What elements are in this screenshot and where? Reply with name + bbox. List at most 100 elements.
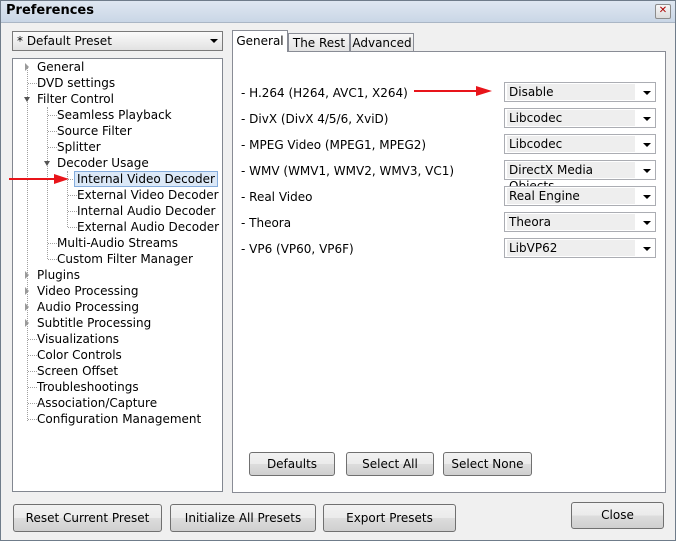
collapse-arrow-icon[interactable] bbox=[44, 161, 50, 166]
tree-connector bbox=[27, 67, 28, 421]
preferences-window: Preferences ✕ * Default Preset General D… bbox=[0, 0, 676, 541]
tree-item-label: Configuration Management bbox=[37, 412, 202, 426]
initialize-all-presets-button[interactable]: Initialize All Presets bbox=[170, 504, 316, 532]
select-value: DirectX Media Objects bbox=[507, 162, 635, 193]
tree-item-label: Filter Control bbox=[37, 92, 114, 106]
codec-label-wmv: - WMV (WMV1, WMV2, WMV3, VC1) bbox=[241, 164, 455, 178]
settings-tree: General DVD settings Filter Control Seam… bbox=[12, 58, 223, 492]
tree-item-visualizations[interactable]: Visualizations bbox=[35, 331, 121, 347]
tree-item-filter-control[interactable]: Filter Control bbox=[35, 91, 116, 107]
select-all-button[interactable]: Select All bbox=[346, 452, 434, 476]
tree-item-configuration-management[interactable]: Configuration Management bbox=[35, 411, 203, 427]
tree-item-label: Multi-Audio Streams bbox=[57, 236, 178, 250]
tree-item-label: Subtitle Processing bbox=[37, 316, 152, 330]
tree-item-decoder-usage[interactable]: Decoder Usage bbox=[55, 155, 151, 171]
annotation-arrow-icon bbox=[9, 174, 69, 184]
chevron-down-icon bbox=[643, 247, 651, 251]
collapse-arrow-icon[interactable] bbox=[24, 97, 30, 102]
chevron-down-icon bbox=[643, 169, 651, 173]
tree-item-label: Seamless Playback bbox=[57, 108, 172, 122]
chevron-down-icon bbox=[643, 91, 651, 95]
tree-item-label: Screen Offset bbox=[37, 364, 119, 378]
tree-item-source-filter[interactable]: Source Filter bbox=[55, 123, 134, 139]
tree-item-splitter[interactable]: Splitter bbox=[55, 139, 103, 155]
select-value: Libcodec bbox=[507, 110, 635, 126]
defaults-button[interactable]: Defaults bbox=[249, 452, 335, 476]
annotation-arrow-icon bbox=[414, 86, 492, 96]
tree-item-subtitle-processing[interactable]: Subtitle Processing bbox=[35, 315, 153, 331]
divx-decoder-select[interactable]: Libcodec bbox=[504, 108, 656, 128]
title-bar: Preferences ✕ bbox=[1, 1, 675, 23]
export-presets-button[interactable]: Export Presets bbox=[323, 504, 456, 532]
tree-item-external-video-decoder[interactable]: External Video Decoder bbox=[75, 187, 221, 203]
tree-item-seamless-playback[interactable]: Seamless Playback bbox=[55, 107, 174, 123]
tree-item-external-audio-decoder[interactable]: External Audio Decoder bbox=[75, 219, 221, 235]
select-none-button[interactable]: Select None bbox=[443, 452, 532, 476]
tree-item-multi-audio-streams[interactable]: Multi-Audio Streams bbox=[55, 235, 180, 251]
tree-item-label: External Audio Decoder bbox=[77, 220, 220, 234]
codec-label-mpeg: - MPEG Video (MPEG1, MPEG2) bbox=[241, 138, 427, 152]
tree-item-audio-processing[interactable]: Audio Processing bbox=[35, 299, 141, 315]
tab-advanced[interactable]: Advanced bbox=[350, 33, 414, 51]
chevron-down-icon bbox=[643, 143, 651, 147]
select-value: LibVP62 bbox=[507, 240, 635, 256]
tree-item-label: Decoder Usage bbox=[57, 156, 149, 170]
wmv-decoder-select[interactable]: DirectX Media Objects bbox=[504, 160, 656, 193]
tree-item-label: Source Filter bbox=[57, 124, 132, 138]
select-value: Disable bbox=[507, 84, 635, 100]
expand-arrow-icon[interactable] bbox=[25, 303, 29, 311]
tree-item-label: Video Processing bbox=[37, 284, 139, 298]
tree-item-color-controls[interactable]: Color Controls bbox=[35, 347, 124, 363]
tree-item-label: Color Controls bbox=[37, 348, 122, 362]
tree-item-label: General bbox=[37, 60, 85, 74]
mpeg-decoder-select[interactable]: Libcodec bbox=[504, 134, 656, 154]
tree-item-label: Visualizations bbox=[37, 332, 120, 346]
tree-item-label: Internal Audio Decoder bbox=[77, 204, 216, 218]
tree-item-general[interactable]: General bbox=[35, 59, 86, 75]
theora-decoder-select[interactable]: Theora bbox=[504, 212, 656, 232]
window-title: Preferences bbox=[6, 3, 94, 18]
select-value: Libcodec bbox=[507, 136, 635, 152]
tree-item-custom-filter-manager[interactable]: Custom Filter Manager bbox=[55, 251, 195, 267]
chevron-down-icon bbox=[643, 221, 651, 225]
chevron-down-icon bbox=[643, 117, 651, 121]
tab-general[interactable]: General bbox=[232, 30, 288, 52]
codec-label-divx: - DivX (DivX 4/5/6, XviD) bbox=[241, 112, 389, 126]
tree-item-internal-video-decoder[interactable]: Internal Video Decoder bbox=[74, 171, 218, 187]
close-window-icon[interactable]: ✕ bbox=[655, 4, 671, 19]
h264-decoder-select[interactable]: Disable bbox=[504, 82, 656, 102]
tree-item-label: DVD settings bbox=[37, 76, 116, 90]
preset-dropdown[interactable]: * Default Preset bbox=[12, 31, 223, 51]
tree-item-screen-offset[interactable]: Screen Offset bbox=[35, 363, 120, 379]
reset-current-preset-button[interactable]: Reset Current Preset bbox=[13, 504, 162, 532]
tab-the-rest[interactable]: The Rest bbox=[288, 33, 350, 51]
close-button[interactable]: Close bbox=[571, 502, 664, 529]
general-tab-panel: - H.264 (H264, AVC1, X264) Disable - Div… bbox=[232, 51, 666, 493]
real-decoder-select[interactable]: Real Engine bbox=[504, 186, 656, 206]
tree-item-association-capture[interactable]: Association/Capture bbox=[35, 395, 159, 411]
chevron-down-icon bbox=[210, 39, 218, 43]
codec-label-vp6: - VP6 (VP60, VP6F) bbox=[241, 242, 354, 256]
chevron-down-icon bbox=[643, 195, 651, 199]
expand-arrow-icon[interactable] bbox=[25, 271, 29, 279]
select-value: Theora bbox=[507, 214, 635, 230]
tree-item-label: Custom Filter Manager bbox=[57, 252, 193, 266]
expand-arrow-icon[interactable] bbox=[25, 319, 29, 327]
tree-item-label: Audio Processing bbox=[37, 300, 139, 314]
codec-label-theora: - Theora bbox=[241, 216, 292, 230]
codec-label-h264: - H.264 (H264, AVC1, X264) bbox=[241, 86, 408, 100]
expand-arrow-icon[interactable] bbox=[25, 287, 29, 295]
tree-item-label: Troubleshootings bbox=[37, 380, 139, 394]
tree-item-label: Association/Capture bbox=[37, 396, 158, 410]
expand-arrow-icon[interactable] bbox=[25, 63, 29, 71]
preset-value: * Default Preset bbox=[17, 34, 112, 48]
tree-item-video-processing[interactable]: Video Processing bbox=[35, 283, 141, 299]
vp6-decoder-select[interactable]: LibVP62 bbox=[504, 238, 656, 258]
tree-item-plugins[interactable]: Plugins bbox=[35, 267, 82, 283]
tree-item-label: External Video Decoder bbox=[77, 188, 219, 202]
tree-item-dvd-settings[interactable]: DVD settings bbox=[35, 75, 117, 91]
tree-item-troubleshootings[interactable]: Troubleshootings bbox=[35, 379, 141, 395]
tree-item-internal-audio-decoder[interactable]: Internal Audio Decoder bbox=[75, 203, 217, 219]
tree-item-label: Plugins bbox=[37, 268, 80, 282]
tree-item-label: Splitter bbox=[57, 140, 101, 154]
